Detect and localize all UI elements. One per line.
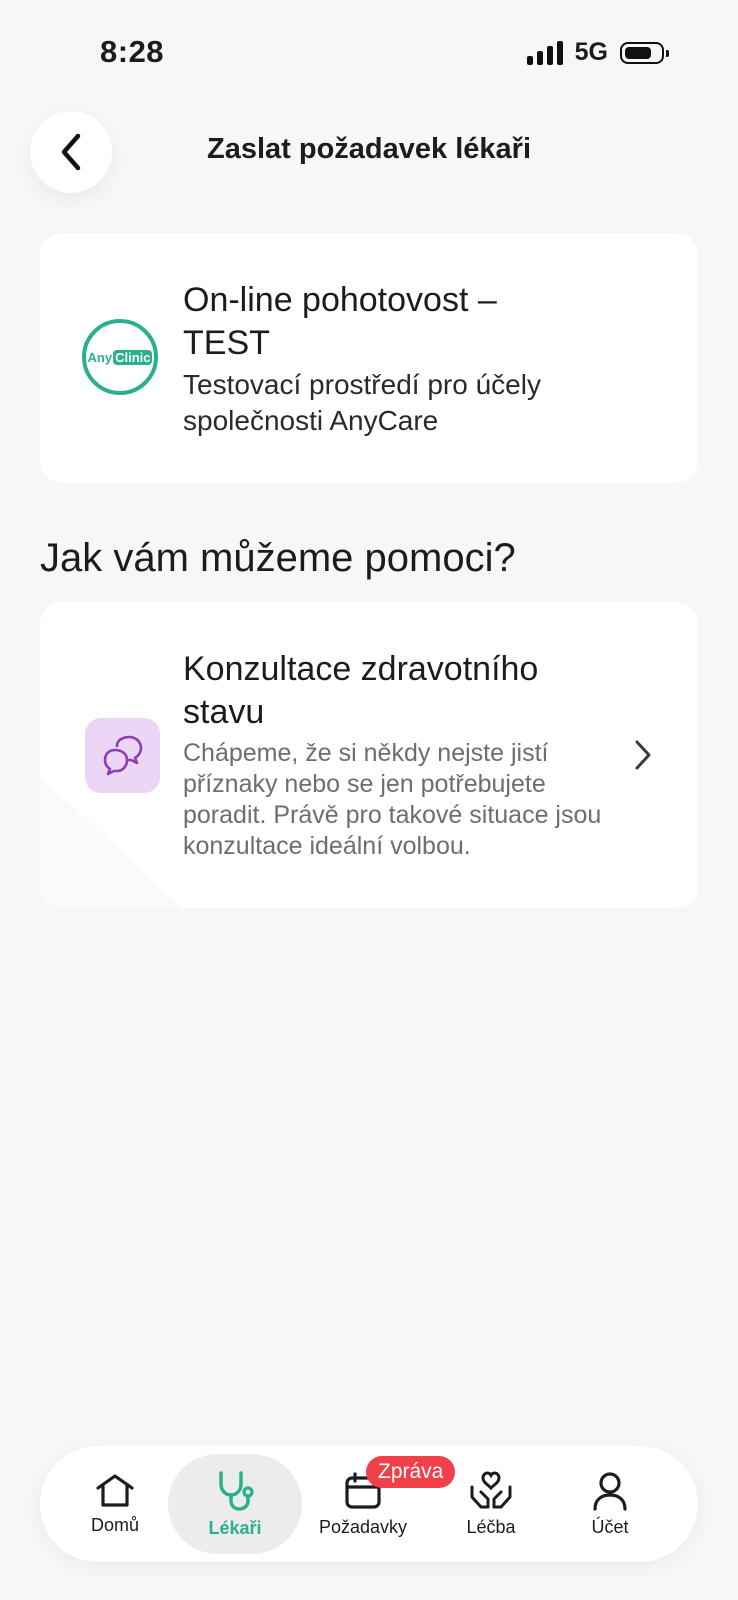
chat-bubbles-icon <box>85 718 160 793</box>
battery-icon <box>620 41 669 64</box>
chevron-right-icon <box>628 735 658 775</box>
chevron-left-icon <box>61 133 81 171</box>
nav-label-account: Účet <box>591 1516 629 1537</box>
consultation-description: Chápeme, že si někdy nejste jistí přízna… <box>183 739 602 860</box>
nav-label-doctors: Lékaři <box>208 1517 262 1538</box>
status-time: 8:28 <box>100 34 165 69</box>
clinic-name: On-line pohotovost – TEST <box>183 281 497 362</box>
consultation-title: Konzultace zdravotního stavu <box>183 650 539 731</box>
requests-badge: Zpráva <box>366 1456 456 1488</box>
clinic-card: Any Clinic On-line pohotovost – TEST Test… <box>40 233 698 483</box>
signal-icon <box>526 40 563 65</box>
care-hands-icon <box>470 1470 512 1508</box>
section-title: Jak vám můžeme pomoci? <box>40 536 516 580</box>
logo-clinic-text: Clinic <box>113 349 153 365</box>
stethoscope-icon <box>219 1470 254 1511</box>
user-icon <box>593 1471 627 1511</box>
network-type: 5G <box>574 38 608 66</box>
consultation-card[interactable]: Konzultace zdravotního stavu Chápeme, že… <box>40 602 698 908</box>
anyclinic-logo: Any Clinic <box>82 319 158 395</box>
nav-item-home[interactable]: Domů <box>50 1446 180 1562</box>
bottom-nav: Domů Lékaři Požadavky Léčba Účet Zpráva <box>40 1446 698 1562</box>
status-indicators: 5G <box>526 38 669 67</box>
logo-any-text: Any <box>87 349 113 365</box>
nav-item-doctors[interactable]: Lékaři <box>168 1454 302 1554</box>
nav-label-treatment: Léčba <box>466 1516 516 1537</box>
back-button[interactable] <box>30 111 112 193</box>
clinic-description: Testovací prostředí pro účely společnost… <box>183 369 541 436</box>
nav-label-requests: Požadavky <box>318 1516 408 1537</box>
page-title: Zaslat požadavek lékaři <box>207 133 531 165</box>
nav-label-home: Domů <box>90 1514 139 1535</box>
nav-item-account[interactable]: Účet <box>545 1446 675 1562</box>
home-icon <box>96 1473 134 1507</box>
